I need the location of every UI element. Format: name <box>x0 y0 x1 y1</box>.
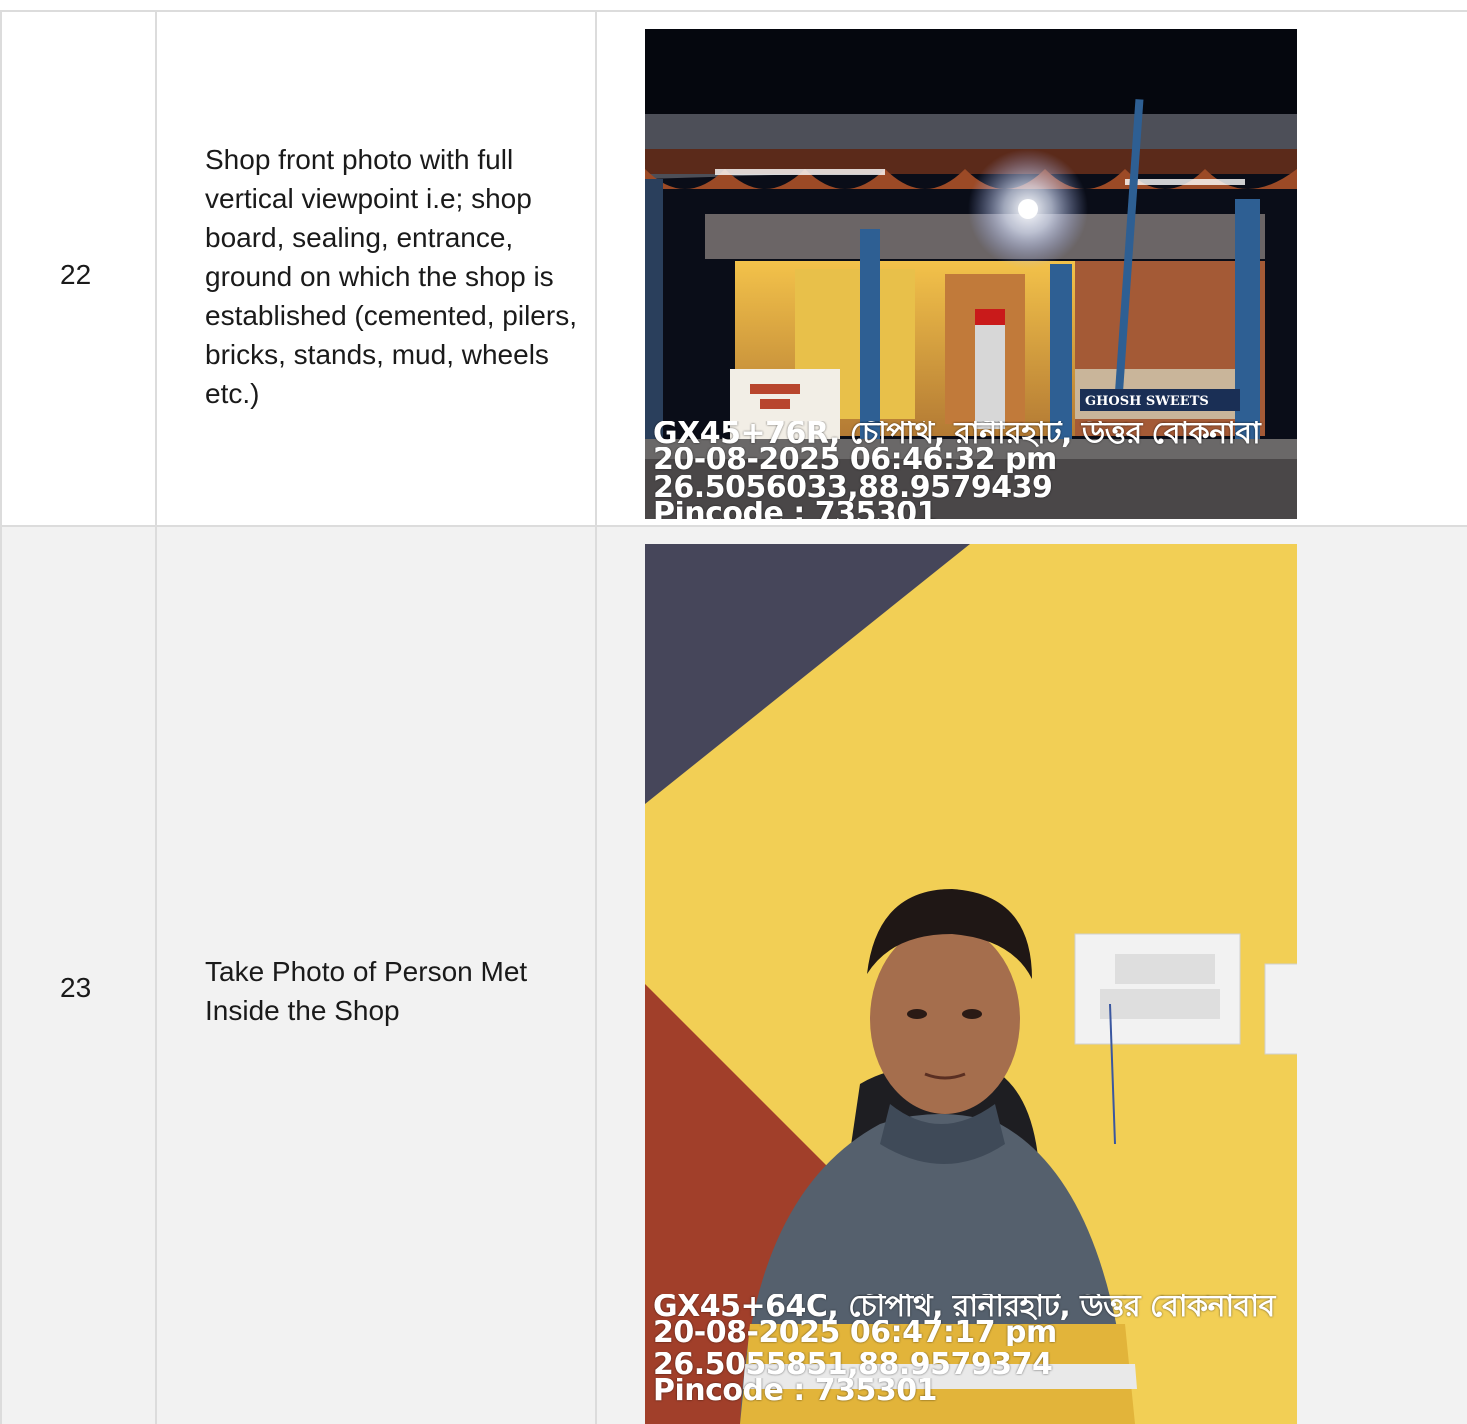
row-number: 22 <box>60 259 92 290</box>
geo-pincode: Pincode : 735301 <box>653 1378 937 1404</box>
row-description: Shop front photo with full vertical view… <box>205 144 577 409</box>
geo-coordinates: 26.5055851,88.9579374 <box>653 1352 1053 1378</box>
table-row: 23 Take Photo of Person Met Inside the S… <box>0 527 1467 1424</box>
row-description: Take Photo of Person Met Inside the Shop <box>205 956 528 1026</box>
person-met-photo[interactable]: GX45+64C, চৌপথি, রানীরহাট, উত্তর বোকনাবা… <box>645 544 1297 1424</box>
description-cell: Take Photo of Person Met Inside the Shop <box>157 527 597 1424</box>
shop-sign-text: GHOSH SWEETS <box>1085 394 1209 409</box>
geo-coordinates: 26.5056033,88.9579439 <box>653 475 1053 501</box>
table-row: 22 Shop front photo with full vertical v… <box>0 10 1467 527</box>
person-image <box>645 544 1297 1424</box>
photo-cell: GHOSH SWEETS GX45+76R, চৌপথি, রানীরহাট, … <box>597 12 1467 525</box>
geo-stamp: GX45+76R, চৌপথি, রানীরহাট, উত্তর বোকনাবা… <box>653 421 1297 519</box>
row-number: 23 <box>60 972 92 1003</box>
geo-location: GX45+76R, চৌপথি, রানীরহাট, উত্তর বোকনাবা <box>653 421 1261 447</box>
description-cell: Shop front photo with full vertical view… <box>157 12 597 525</box>
shop-front-photo[interactable]: GHOSH SWEETS GX45+76R, চৌপথি, রানীরহাট, … <box>645 29 1297 519</box>
geo-stamp: GX45+64C, চৌপথি, রানীরহাট, উত্তর বোকনাবা… <box>653 1294 1297 1404</box>
serial-cell: 23 <box>0 527 157 1424</box>
geo-datetime: 20-08-2025 06:47:17 pm <box>653 1320 1057 1346</box>
geo-pincode: Pincode : 735301 <box>653 501 937 519</box>
geo-location: GX45+64C, চৌপথি, রানীরহাট, উত্তর বোকনাবা… <box>653 1294 1275 1320</box>
photo-cell: GX45+64C, চৌপথি, রানীরহাট, উত্তর বোকনাবা… <box>597 527 1467 1424</box>
geo-datetime: 20-08-2025 06:46:32 pm <box>653 447 1057 473</box>
serial-cell: 22 <box>0 12 157 525</box>
